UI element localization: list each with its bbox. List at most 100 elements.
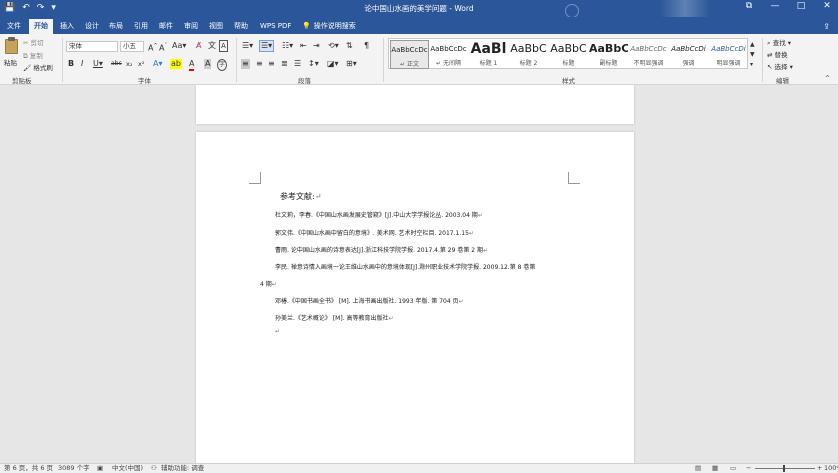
find-label: 查找 bbox=[772, 39, 786, 47]
style-intense-emphasis[interactable]: AaBbCcDi 明显强调 bbox=[709, 40, 748, 69]
zoom-out-icon[interactable]: − bbox=[746, 464, 751, 473]
accessibility-status[interactable]: 辅助功能: 调查 bbox=[161, 464, 204, 473]
maximize-button[interactable]: □ bbox=[794, 1, 808, 11]
change-case-icon[interactable]: Aa▾ bbox=[172, 41, 186, 51]
web-layout-icon[interactable]: ▭ bbox=[730, 464, 736, 473]
subscript-icon[interactable]: x₂ bbox=[126, 59, 132, 69]
font-size-select[interactable]: 小五 bbox=[120, 41, 144, 52]
vertical-scrollbar[interactable] bbox=[828, 85, 838, 463]
group-divider bbox=[762, 38, 763, 82]
find-button[interactable]: ⌕ 查找 ▾ bbox=[767, 38, 791, 48]
copy-label: 复制 bbox=[29, 52, 43, 60]
bold-icon[interactable]: B bbox=[68, 59, 74, 69]
style-normal[interactable]: AaBbCcDc ↵ 正文 bbox=[390, 40, 429, 69]
lightbulb-icon: 💡 bbox=[302, 22, 311, 30]
document-area[interactable]: 参考文献:↵ 杜文莉，李春.《中国山水画发展史管窥》[J].中山大学学报论丛. … bbox=[0, 85, 838, 463]
select-button[interactable]: ↖ 选择 ▾ bbox=[767, 62, 793, 72]
zoom-slider[interactable] bbox=[755, 468, 815, 469]
char-border-icon[interactable]: A bbox=[219, 40, 228, 52]
proofing-icon[interactable]: ▣ bbox=[97, 464, 103, 473]
tab-layout[interactable]: 布局 bbox=[104, 19, 128, 34]
title-decoration bbox=[660, 0, 710, 17]
distributed-icon[interactable]: ☰ bbox=[294, 59, 301, 69]
replace-button[interactable]: ⇄ 替换 bbox=[767, 50, 788, 60]
format-painter-button[interactable]: 🖌 格式刷 bbox=[23, 63, 53, 73]
share-icon[interactable]: ⇪ bbox=[823, 19, 830, 34]
font-name-select[interactable]: 宋体 bbox=[66, 41, 118, 52]
reference-item: 孙美兰.《艺术概论》 [M]. 高等教育出版社↵ bbox=[275, 315, 394, 322]
print-layout-icon[interactable]: ▦ bbox=[712, 464, 718, 473]
current-page[interactable]: 参考文献:↵ 杜文莉，李春.《中国山水画发展史管窥》[J].中山大学学报论丛. … bbox=[196, 132, 634, 463]
show-marks-icon[interactable]: ¶ bbox=[364, 41, 369, 51]
zoom-level[interactable]: 100% bbox=[824, 464, 838, 473]
style-title[interactable]: AaBbC 标题 bbox=[549, 40, 588, 69]
collapse-ribbon-icon[interactable]: ^ bbox=[825, 74, 830, 84]
text-effects-icon[interactable]: A▾ bbox=[153, 59, 163, 69]
shading-icon[interactable]: ◪▾ bbox=[327, 59, 339, 69]
style-subtitle[interactable]: AaBbC 副标题 bbox=[589, 40, 628, 69]
tab-help[interactable]: 帮助 bbox=[229, 19, 253, 34]
tab-insert[interactable]: 插入 bbox=[55, 19, 79, 34]
increase-indent-icon[interactable]: ⇥ bbox=[313, 41, 320, 51]
align-left-icon[interactable]: ≡ bbox=[241, 59, 250, 69]
highlight-icon[interactable]: ab bbox=[170, 59, 182, 69]
tab-design[interactable]: 设计 bbox=[80, 19, 104, 34]
tab-mailings[interactable]: 邮件 bbox=[154, 19, 178, 34]
tab-file[interactable]: 文件 bbox=[2, 19, 26, 34]
styles-scroll-up-icon[interactable]: ▲ bbox=[750, 40, 755, 50]
align-center-icon[interactable]: ≡ bbox=[256, 59, 263, 69]
ribbon-display-icon[interactable]: ⧉ bbox=[742, 1, 756, 11]
tab-view[interactable]: 视图 bbox=[204, 19, 228, 34]
reference-item-continued: 4 期↵ bbox=[260, 281, 277, 288]
style-preview: AaBbC bbox=[589, 42, 628, 55]
char-shading-icon[interactable]: A bbox=[204, 59, 212, 69]
page-count[interactable]: 第 6 页，共 6 页 bbox=[4, 464, 53, 473]
ribbon-tabs: 文件 开始 插入 设计 布局 引用 邮件 审阅 视图 帮助 WPS PDF 💡 … bbox=[0, 17, 838, 34]
close-button[interactable]: ✕ bbox=[820, 1, 834, 11]
multilevel-list-icon[interactable]: ☷▾ bbox=[282, 41, 293, 51]
bullets-icon[interactable]: ☰▾ bbox=[242, 41, 253, 51]
style-preview: AaBbCcDi bbox=[671, 45, 706, 53]
sort-icon[interactable]: ⇅ bbox=[346, 41, 353, 51]
grow-font-icon[interactable]: A^ bbox=[148, 41, 158, 54]
style-subtle-emphasis[interactable]: AaBbCcDc 不明显强调 bbox=[629, 40, 668, 69]
underline-icon[interactable]: U▾ bbox=[93, 59, 103, 69]
copy-button[interactable]: ⧉ 复制 bbox=[23, 51, 43, 61]
shrink-font-icon[interactable]: Aˇ bbox=[159, 41, 167, 54]
decrease-indent-icon[interactable]: ⇤ bbox=[300, 41, 307, 51]
read-mode-icon[interactable]: ▤ bbox=[695, 464, 701, 473]
language-indicator[interactable]: 中文(中国) bbox=[112, 464, 143, 473]
style-heading-2[interactable]: AaBbC 标题 2 bbox=[509, 40, 548, 69]
style-name: 不明显强调 bbox=[633, 60, 664, 67]
phonetic-icon[interactable]: 文 bbox=[208, 41, 216, 51]
style-no-spacing[interactable]: AaBbCcDc ↵ 无间隔 bbox=[429, 40, 468, 69]
borders-icon[interactable]: ⊞▾ bbox=[346, 59, 357, 69]
italic-icon[interactable]: I bbox=[81, 59, 83, 69]
font-color-icon[interactable]: A bbox=[189, 59, 195, 71]
justify-icon[interactable]: ≣ bbox=[281, 59, 288, 69]
minimize-button[interactable]: — bbox=[768, 1, 782, 11]
tell-me-search[interactable]: 💡 操作说明搜索 bbox=[302, 19, 356, 34]
align-right-icon[interactable]: ≡ bbox=[268, 59, 275, 69]
strikethrough-icon[interactable]: abc bbox=[111, 59, 122, 69]
style-emphasis[interactable]: AaBbCcDi 强调 bbox=[669, 40, 708, 69]
style-heading-1[interactable]: AaBl 标题 1 bbox=[469, 40, 508, 69]
chinese-layout-icon[interactable]: ⟲▾ bbox=[328, 41, 339, 51]
zoom-slider-thumb[interactable] bbox=[783, 465, 785, 472]
tab-references[interactable]: 引用 bbox=[129, 19, 153, 34]
paste-button[interactable] bbox=[3, 37, 21, 59]
tab-wps-pdf[interactable]: WPS PDF bbox=[255, 19, 296, 34]
zoom-in-icon[interactable]: + bbox=[817, 464, 822, 473]
line-spacing-icon[interactable]: ↕▾ bbox=[308, 59, 319, 69]
style-name: 强调 bbox=[682, 60, 695, 67]
styles-scroll-down-icon[interactable]: ▼ bbox=[750, 50, 755, 60]
enclose-char-icon[interactable]: 字 bbox=[217, 59, 228, 71]
numbering-icon[interactable]: ☰▾ bbox=[259, 40, 275, 52]
word-count[interactable]: 3089 个字 bbox=[58, 464, 90, 473]
tab-review[interactable]: 审阅 bbox=[179, 19, 203, 34]
cut-button[interactable]: ✂ 剪切 bbox=[23, 38, 44, 48]
clear-format-icon[interactable]: A̸ bbox=[196, 41, 201, 51]
superscript-icon[interactable]: x² bbox=[138, 59, 144, 69]
styles-more-icon[interactable]: ▾ bbox=[750, 60, 753, 70]
tab-home[interactable]: 开始 bbox=[29, 19, 53, 34]
